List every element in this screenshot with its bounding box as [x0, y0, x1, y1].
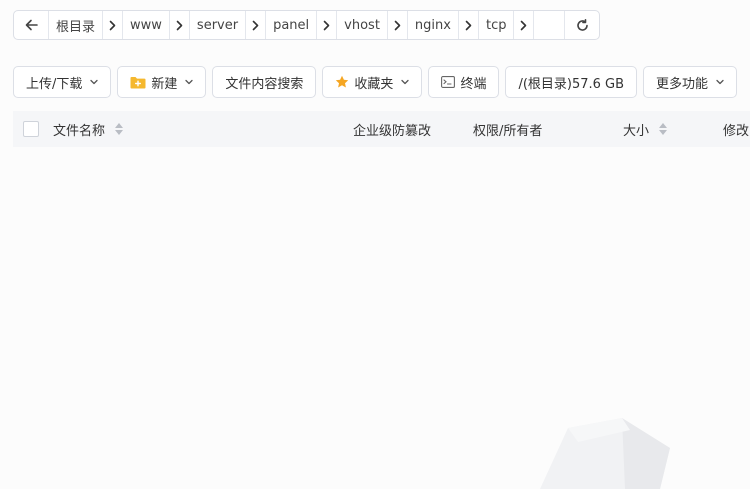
column-name-label: 文件名称 [53, 123, 106, 139]
breadcrumb-label[interactable]: nginx [408, 11, 459, 39]
sort-icon[interactable] [115, 123, 124, 135]
chevron-right-icon[interactable] [317, 11, 338, 39]
breadcrumb-item-nginx[interactable]: nginx [408, 11, 479, 39]
breadcrumb-item-www[interactable]: www [123, 11, 190, 39]
breadcrumb-label[interactable]: panel [266, 11, 318, 39]
column-name-header[interactable]: 文件名称 [53, 111, 124, 147]
chevron-right-icon[interactable] [103, 11, 124, 39]
toolbar: 上传/下载 新建 文件内容搜索 收藏夹 终端 /(根目录)57.6 GB 更多功… [13, 66, 738, 98]
breadcrumb-label[interactable]: www [123, 11, 170, 39]
chevron-right-icon[interactable] [388, 11, 408, 39]
chevron-right-icon[interactable] [514, 11, 535, 39]
column-modified-label: 修改时间 [723, 123, 750, 139]
column-size-header[interactable]: 大小 [623, 111, 668, 147]
chevron-right-icon[interactable] [246, 11, 267, 39]
more-functions-button[interactable]: 更多功能 [643, 66, 738, 98]
folder-plus-icon [130, 76, 146, 89]
favorites-button[interactable]: 收藏夹 [322, 66, 423, 98]
refresh-icon [576, 18, 588, 31]
column-permission-label: 权限/所有者 [473, 123, 543, 139]
content-search-label: 文件内容搜索 [225, 76, 304, 92]
refresh-button[interactable] [564, 11, 599, 39]
sort-icon[interactable] [659, 123, 668, 135]
breadcrumb-label[interactable]: vhost [337, 11, 388, 39]
content-search-button[interactable]: 文件内容搜索 [212, 66, 317, 98]
back-button[interactable] [14, 11, 49, 39]
chevron-down-icon [90, 79, 99, 85]
terminal-button[interactable]: 终端 [428, 66, 500, 98]
file-table-header: 文件名称 企业级防篡改 权限/所有者 大小 修改时间 [13, 111, 750, 147]
terminal-icon [441, 76, 456, 88]
terminal-label: 终端 [460, 76, 487, 92]
column-permission-header: 权限/所有者 [473, 111, 542, 147]
path-input-area[interactable] [534, 11, 564, 39]
column-tamper-header: 企业级防篡改 [353, 111, 431, 147]
breadcrumb-item-vhost[interactable]: vhost [337, 11, 408, 39]
more-functions-label: 更多功能 [656, 76, 709, 92]
column-size-label: 大小 [623, 123, 650, 139]
breadcrumb: 根目录 www server panel vhost nginx tcp [13, 10, 600, 40]
chevron-right-icon[interactable] [170, 11, 190, 39]
chevron-down-icon [185, 79, 194, 85]
select-all-checkbox[interactable] [23, 121, 39, 137]
empty-state-illustration [540, 418, 670, 489]
breadcrumb-item-root[interactable]: 根目录 [49, 11, 124, 39]
breadcrumb-label[interactable]: 根目录 [49, 11, 104, 39]
breadcrumb-label[interactable]: tcp [479, 11, 515, 39]
new-button[interactable]: 新建 [117, 66, 207, 98]
arrow-left-icon [25, 19, 38, 31]
chevron-right-icon[interactable] [459, 11, 479, 39]
column-modified-header[interactable]: 修改时间 [723, 111, 750, 147]
upload-download-label: 上传/下载 [26, 76, 83, 92]
favorites-label: 收藏夹 [354, 76, 394, 92]
new-label: 新建 [151, 76, 178, 92]
chevron-down-icon [401, 79, 410, 85]
breadcrumb-item-panel[interactable]: panel [266, 11, 338, 39]
disk-button[interactable]: /(根目录)57.6 GB [505, 66, 638, 98]
chevron-down-icon [716, 79, 724, 85]
column-tamper-label: 企业级防篡改 [353, 123, 432, 139]
star-icon [335, 75, 349, 89]
upload-download-button[interactable]: 上传/下载 [13, 66, 112, 98]
breadcrumb-item-server[interactable]: server [190, 11, 267, 39]
breadcrumb-item-tcp[interactable]: tcp [479, 11, 535, 39]
disk-label: /(根目录)57.6 GB [518, 76, 625, 92]
breadcrumb-label[interactable]: server [190, 11, 247, 39]
